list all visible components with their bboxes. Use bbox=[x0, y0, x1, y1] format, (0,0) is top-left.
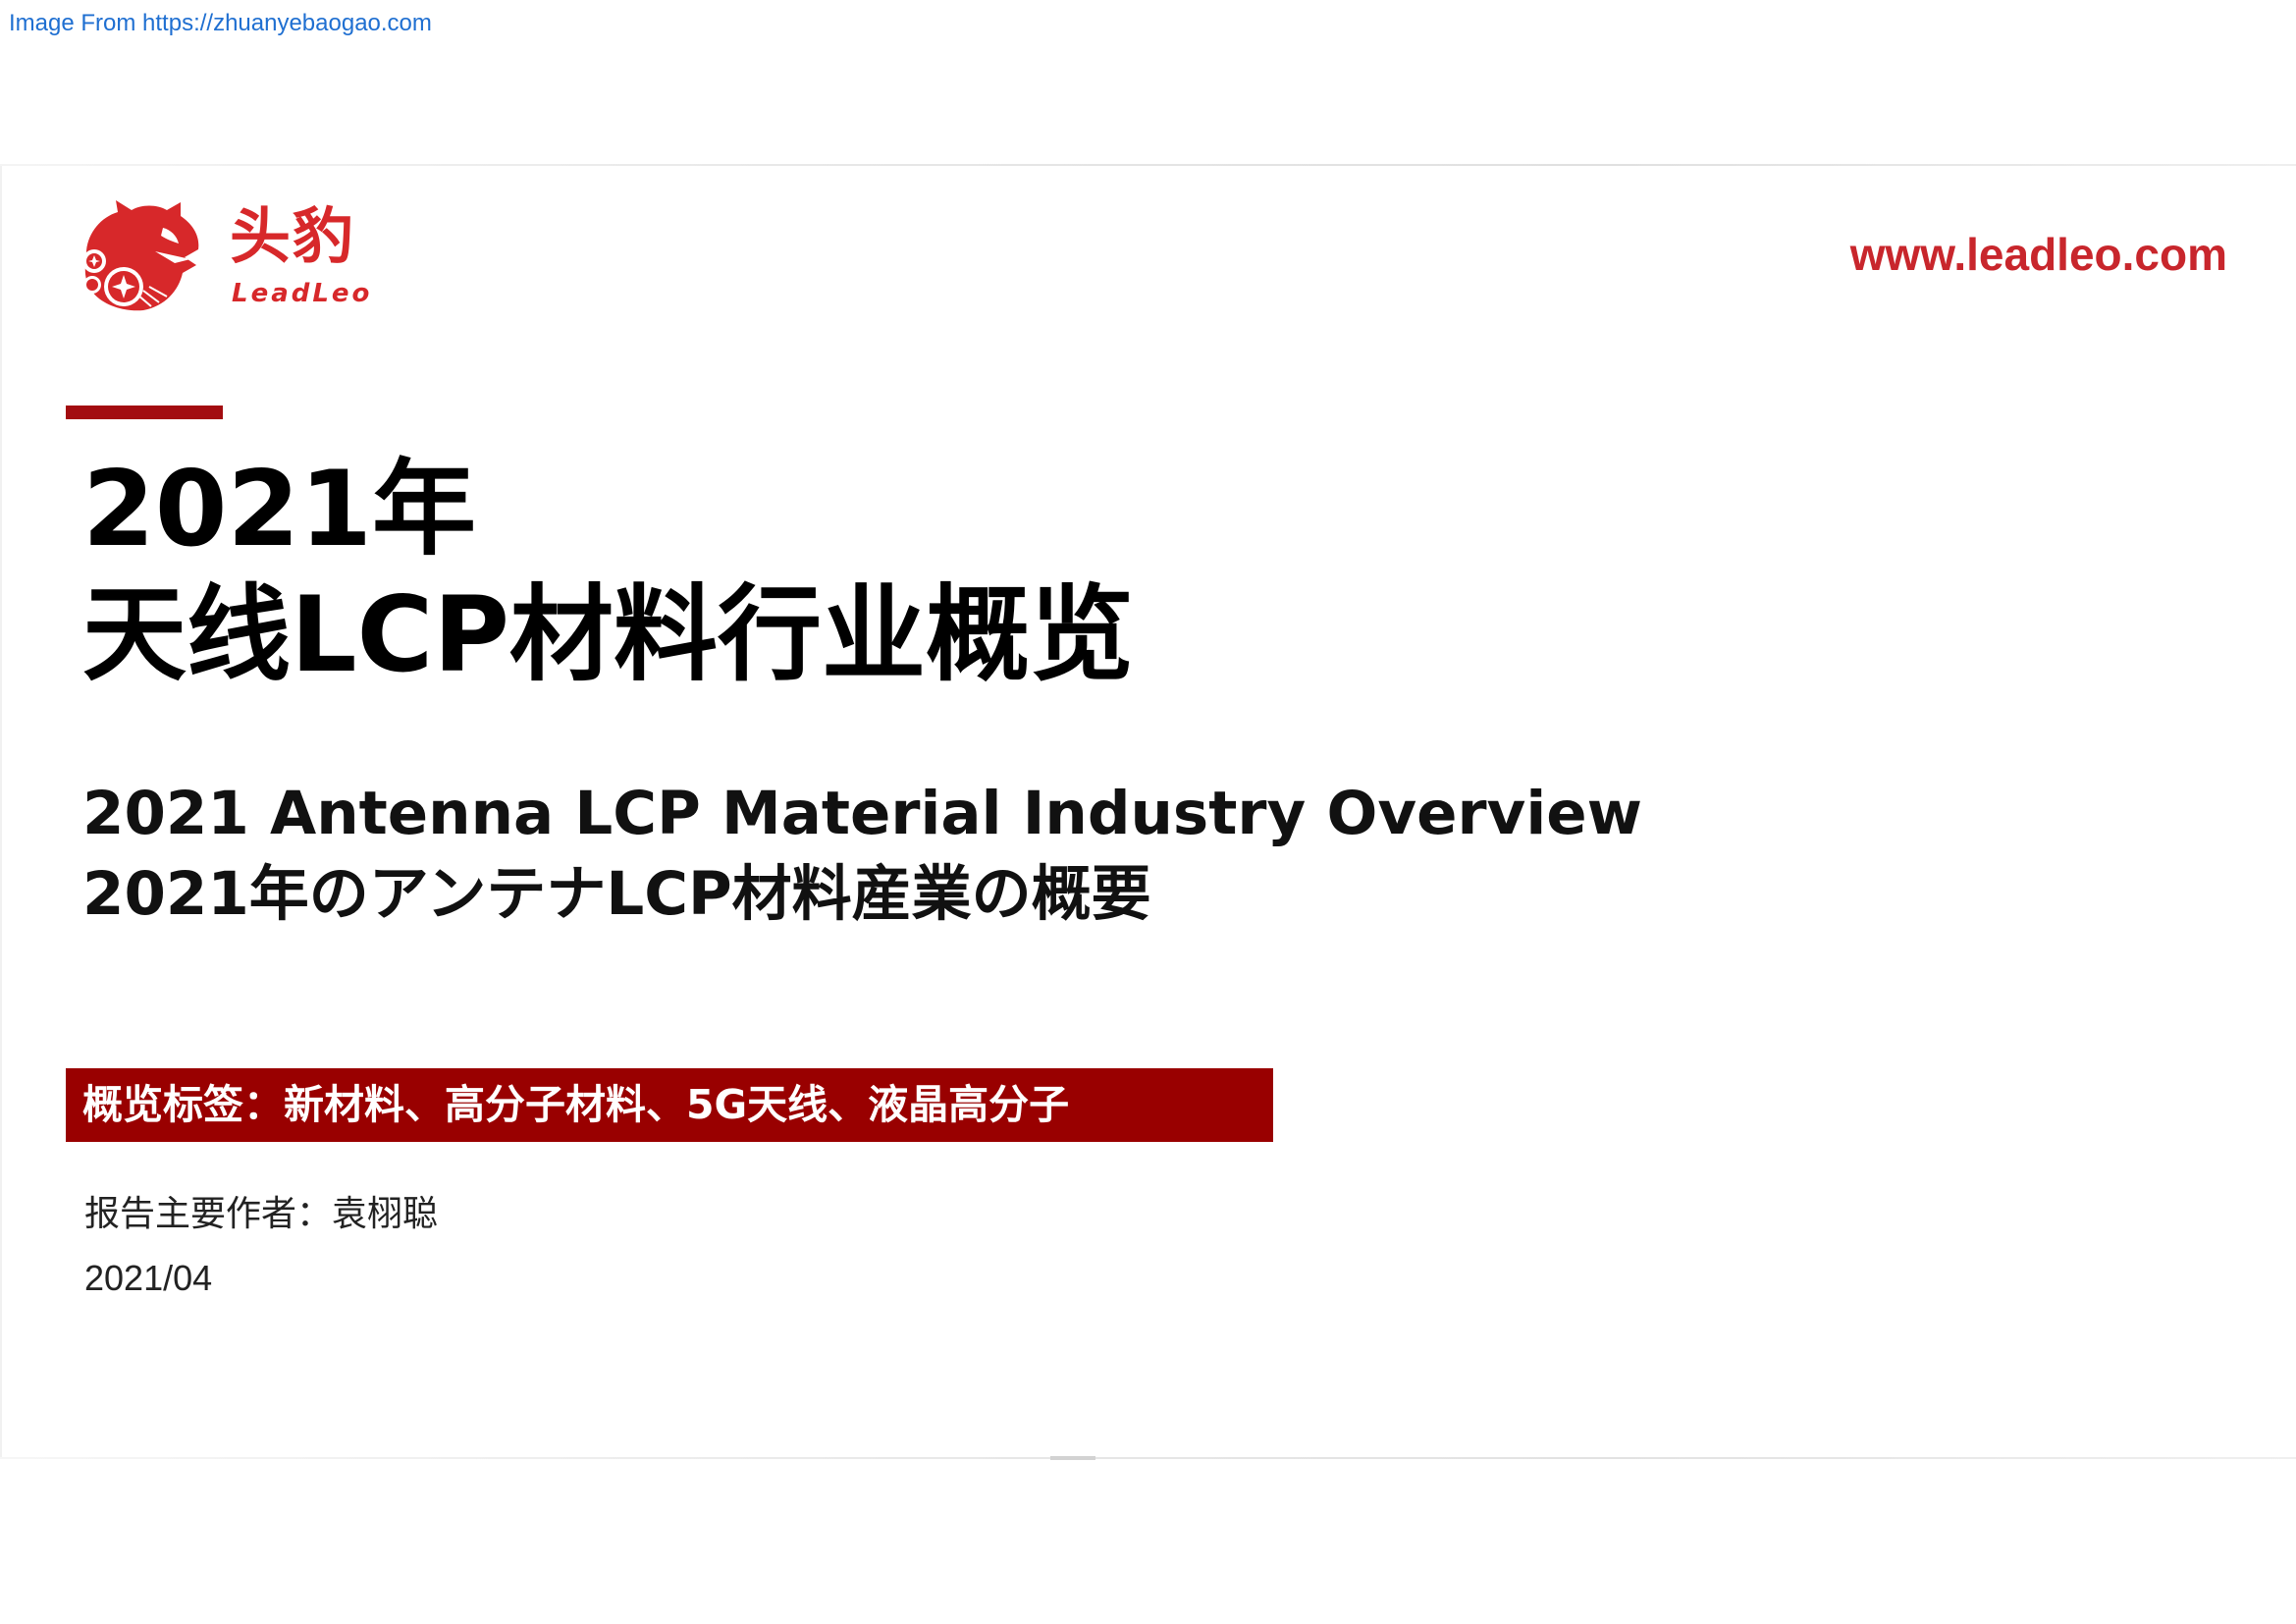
bottom-divider bbox=[0, 1457, 2296, 1459]
tags-banner: 概览标签：新材料、高分子材料、5G天线、液晶高分子 bbox=[66, 1068, 1273, 1142]
leadleo-logo: 头豹 LeadLeo bbox=[80, 196, 375, 318]
report-author: 报告主要作者：袁栩聪 bbox=[84, 1194, 439, 1234]
brand-name-en: LeadLeo bbox=[232, 279, 373, 308]
subtitle-english: 2021 Antenna LCP Material Industry Overv… bbox=[82, 779, 1642, 848]
tags-text: 概览标签：新材料、高分子材料、5G天线、液晶高分子 bbox=[82, 1081, 1070, 1128]
subtitle-japanese: 2021年のアンテナLCP材料産業の概要 bbox=[82, 859, 1151, 929]
report-subtitle: 2021 Antenna LCP Material Industry Overv… bbox=[82, 774, 1642, 935]
title-topic: 天线LCP材料行业概览 bbox=[82, 574, 1135, 695]
website-link[interactable]: www.leadleo.com bbox=[1850, 228, 2227, 281]
slide-edge bbox=[0, 166, 2, 1457]
report-title: 2021年 天线LCP材料行业概览 bbox=[82, 447, 1134, 698]
report-date: 2021/04 bbox=[84, 1258, 213, 1298]
bottom-divider-mark bbox=[1050, 1456, 1095, 1460]
brand-name-cn: 头豹 bbox=[230, 200, 356, 272]
top-divider bbox=[0, 164, 2296, 166]
title-year: 2021年 bbox=[82, 449, 477, 569]
report-cover-page: Image From https://zhuanyebaogao.com 头豹 … bbox=[0, 0, 2296, 1624]
title-accent-bar bbox=[66, 406, 223, 419]
source-link[interactable]: Image From https://zhuanyebaogao.com bbox=[9, 10, 432, 37]
leopard-head-icon bbox=[82, 200, 199, 311]
